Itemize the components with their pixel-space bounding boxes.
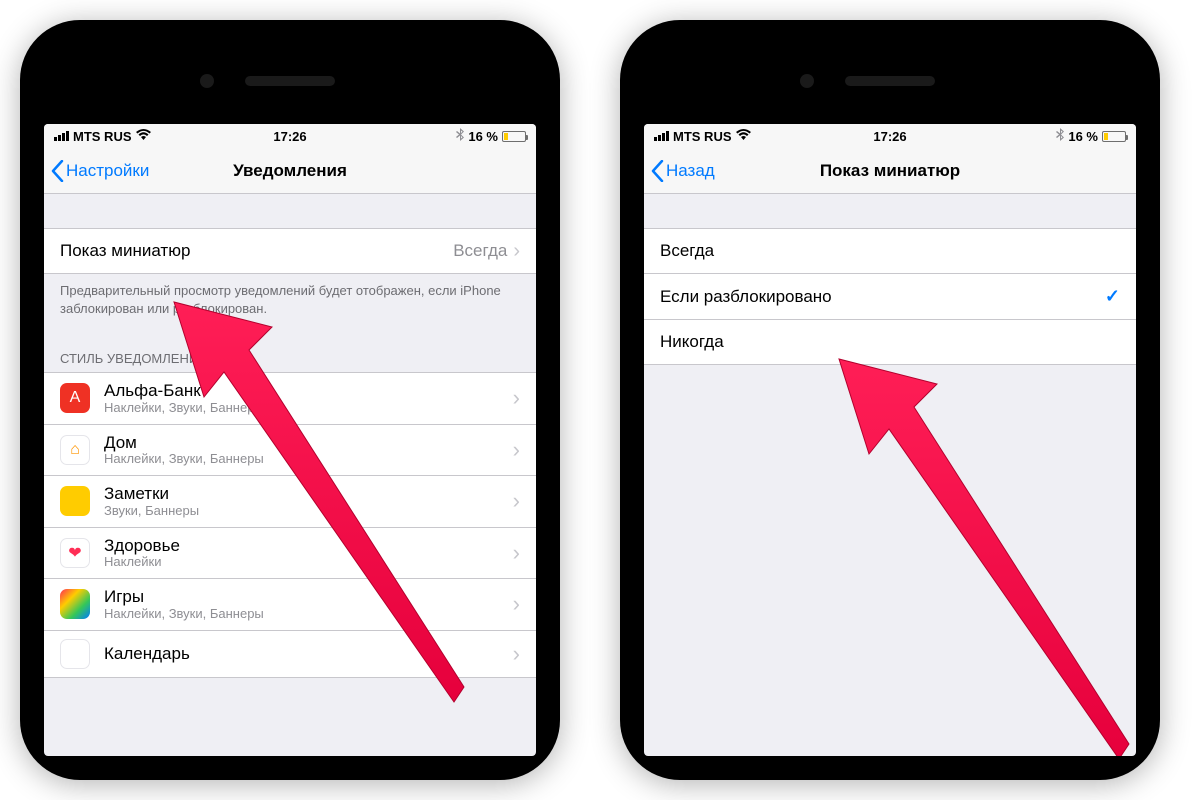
row-label: Показ миниатюр	[60, 241, 190, 261]
cell-signal-icon	[54, 131, 69, 141]
carrier-label: MTS RUS	[73, 129, 132, 144]
chevron-right-icon: ›	[513, 385, 524, 411]
chevron-left-icon	[50, 160, 64, 182]
app-name-label: Заметки	[104, 484, 499, 504]
nav-title: Показ миниатюр	[644, 161, 1136, 181]
bezel: MTS RUS 17:26 16 % Нас	[34, 34, 546, 766]
front-camera	[800, 74, 814, 88]
chevron-left-icon	[650, 160, 664, 182]
app-icon: ⌂	[60, 435, 90, 465]
navigation-bar: Настройки Уведомления	[44, 148, 536, 194]
bezel: MTS RUS 17:26 16 % Наз	[634, 34, 1146, 766]
app-icon: A	[60, 383, 90, 413]
nav-back-button[interactable]: Настройки	[44, 160, 149, 182]
bluetooth-icon	[456, 128, 464, 144]
section-header-notif-style: СТИЛЬ УВЕДОМЛЕНИЙ	[44, 333, 536, 372]
phone-device-right: MTS RUS 17:26 16 % Наз	[620, 20, 1160, 780]
cell-signal-icon	[654, 131, 669, 141]
option-row[interactable]: Всегда	[644, 228, 1136, 274]
app-name-label: Игры	[104, 587, 499, 607]
checkmark-icon: ✓	[1105, 286, 1120, 307]
app-sub-label: Наклейки, Звуки, Баннеры	[104, 401, 499, 416]
app-row[interactable]: ИгрыНаклейки, Звуки, Баннеры ›	[44, 579, 536, 630]
battery-percent: 16 %	[1068, 129, 1098, 144]
app-sub-label: Наклейки, Звуки, Баннеры	[104, 452, 499, 467]
content-area[interactable]: Всегда Если разблокировано ✓ Никогда	[644, 194, 1136, 756]
app-name-label: Дом	[104, 433, 499, 453]
app-sub-label: Наклейки, Звуки, Баннеры	[104, 607, 499, 622]
option-label: Если разблокировано	[660, 287, 832, 307]
bluetooth-icon	[1056, 128, 1064, 144]
screen-right: MTS RUS 17:26 16 % Наз	[644, 124, 1136, 756]
option-label: Всегда	[660, 241, 714, 261]
app-name-label: Здоровье	[104, 536, 499, 556]
wifi-icon	[736, 129, 751, 143]
nav-back-label: Назад	[666, 161, 715, 181]
speaker-slot	[845, 76, 935, 86]
status-bar: MTS RUS 17:26 16 %	[644, 124, 1136, 148]
speaker-slot	[245, 76, 335, 86]
app-icon	[60, 486, 90, 516]
content-area[interactable]: Показ миниатюр Всегда › Предварительный …	[44, 194, 536, 756]
option-label: Никогда	[660, 332, 724, 352]
app-row[interactable]: ЗаметкиЗвуки, Баннеры ›	[44, 476, 536, 527]
phone-device-left: MTS RUS 17:26 16 % Нас	[20, 20, 560, 780]
chevron-right-icon: ›	[513, 488, 524, 514]
app-icon	[60, 589, 90, 619]
app-row[interactable]: ⌂ ДомНаклейки, Звуки, Баннеры ›	[44, 425, 536, 476]
option-list: Всегда Если разблокировано ✓ Никогда	[644, 228, 1136, 365]
battery-icon	[502, 131, 526, 142]
wifi-icon	[136, 129, 151, 143]
app-name-label: Альфа-Банк	[104, 381, 499, 401]
app-row[interactable]: Календарь ›	[44, 631, 536, 678]
row-show-previews[interactable]: Показ миниатюр Всегда ›	[44, 228, 536, 274]
chevron-right-icon: ›	[513, 591, 524, 617]
app-icon	[60, 639, 90, 669]
screen-left: MTS RUS 17:26 16 % Нас	[44, 124, 536, 756]
carrier-label: MTS RUS	[673, 129, 732, 144]
spacer	[44, 194, 536, 228]
battery-icon	[1102, 131, 1126, 142]
app-row[interactable]: ❤ ЗдоровьеНаклейки ›	[44, 528, 536, 579]
navigation-bar: Назад Показ миниатюр	[644, 148, 1136, 194]
app-name-label: Календарь	[104, 644, 499, 664]
app-list: AАльфа-БанкНаклейки, Звуки, Баннеры›⌂Дом…	[44, 372, 536, 677]
option-row[interactable]: Никогда	[644, 320, 1136, 365]
option-row[interactable]: Если разблокировано ✓	[644, 274, 1136, 320]
chevron-right-icon: ›	[513, 241, 520, 261]
chevron-right-icon: ›	[513, 540, 524, 566]
app-sub-label: Звуки, Баннеры	[104, 504, 499, 519]
nav-back-button[interactable]: Назад	[644, 160, 715, 182]
spacer	[644, 194, 1136, 228]
section-footer-note: Предварительный просмотр уведомлений буд…	[44, 274, 536, 333]
front-camera	[200, 74, 214, 88]
status-bar: MTS RUS 17:26 16 %	[44, 124, 536, 148]
nav-back-label: Настройки	[66, 161, 149, 181]
chevron-right-icon: ›	[513, 641, 524, 667]
row-value: Всегда	[453, 241, 507, 261]
app-icon: ❤	[60, 538, 90, 568]
app-row[interactable]: A Альфа-БанкНаклейки, Звуки, Баннеры ›	[44, 372, 536, 424]
app-sub-label: Наклейки	[104, 555, 499, 570]
chevron-right-icon: ›	[513, 437, 524, 463]
battery-percent: 16 %	[468, 129, 498, 144]
